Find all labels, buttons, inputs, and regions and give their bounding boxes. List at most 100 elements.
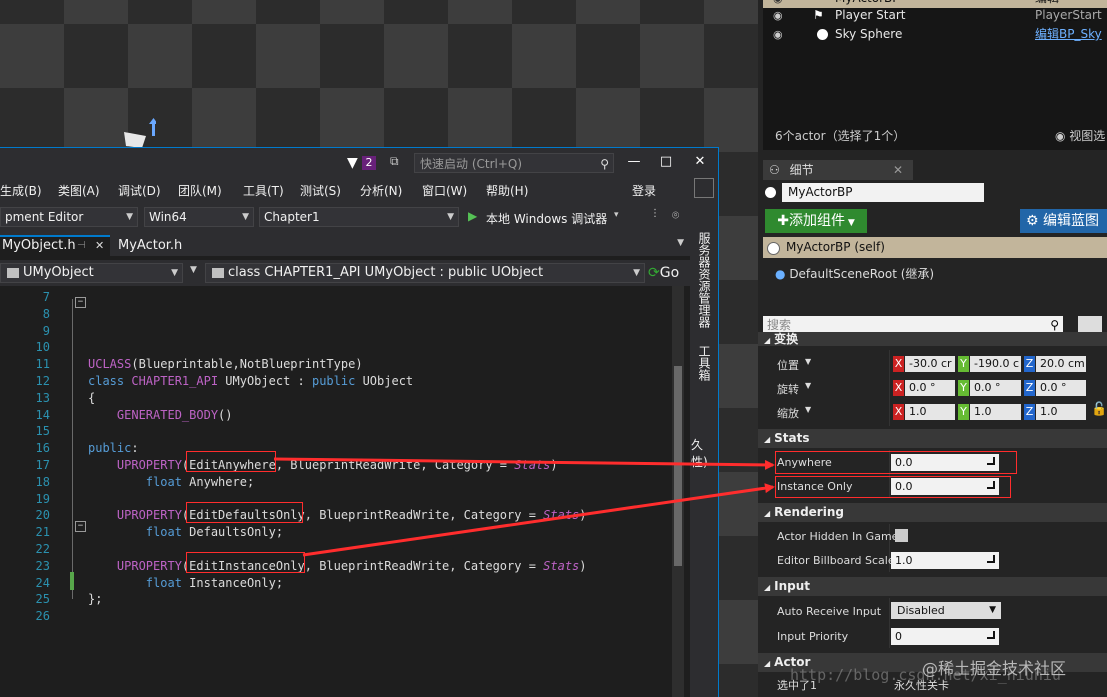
- scope-dropdown[interactable]: UMyObject ▼: [0, 263, 183, 283]
- code-editor[interactable]: − − 7 8 9 10 11 UCLASS(Blueprintable,NotBluep…: [0, 286, 690, 697]
- line-number: 21: [35, 525, 50, 540]
- code-line[interactable]: {: [88, 391, 95, 405]
- rotation-y[interactable]: Y 0.0 °: [958, 380, 1021, 396]
- play-icon[interactable]: ▶: [468, 209, 477, 223]
- chevron-down-icon[interactable]: ▼: [805, 405, 811, 414]
- member-dropdown[interactable]: class CHAPTER1_API UMyObject : public UO…: [205, 263, 645, 283]
- actor-name-input[interactable]: MyActorBP: [782, 183, 984, 202]
- code-line[interactable]: UPROPERTY(EditInstanceOnly, BlueprintRea…: [88, 559, 587, 573]
- close-icon[interactable]: ✕: [690, 152, 710, 172]
- feedback-flag-icon[interactable]: ▼: [347, 155, 358, 171]
- section-title: Input: [774, 579, 811, 593]
- run-dropdown-icon[interactable]: ▾: [614, 210, 619, 220]
- menu-help[interactable]: 帮助(H): [486, 182, 528, 199]
- section-stats[interactable]: ◢ Stats: [758, 429, 1107, 448]
- details-tab-label: 细节: [789, 163, 814, 177]
- scene-root-row[interactable]: ● DefaultSceneRoot (继承): [775, 265, 934, 282]
- close-tab-icon[interactable]: ✕: [893, 160, 903, 180]
- configuration-combo[interactable]: pment Editor ▼: [0, 207, 138, 227]
- section-rendering[interactable]: ◢ Rendering: [758, 503, 1107, 522]
- quick-launch-icon: ⧉: [390, 154, 399, 168]
- hidden-in-game-checkbox[interactable]: [895, 529, 908, 542]
- menu-class-diagram[interactable]: 类图(A): [58, 182, 100, 199]
- outliner-type-link[interactable]: 编辑BP_Sky: [1035, 25, 1102, 44]
- menu-debug[interactable]: 调试(D): [118, 182, 161, 199]
- input-priority-field[interactable]: 0: [891, 628, 999, 645]
- code-line[interactable]: GENERATED_BODY(): [88, 408, 233, 422]
- menu-analyze[interactable]: 分析(N): [360, 182, 402, 199]
- rotation-z[interactable]: Z 0.0 °: [1024, 380, 1086, 396]
- scrollbar-thumb[interactable]: [674, 366, 682, 566]
- pin-icon[interactable]: ⊣: [77, 237, 86, 255]
- menu-tools[interactable]: 工具(T): [243, 182, 284, 199]
- fold-toggle-icon[interactable]: −: [75, 521, 86, 532]
- location-x[interactable]: X -30.0 cr: [893, 356, 955, 372]
- location-z[interactable]: Z 20.0 cm: [1024, 356, 1086, 372]
- outliner-label: Player Start: [835, 8, 906, 22]
- code-line[interactable]: float Anywhere;: [88, 475, 254, 489]
- step-icon[interactable]: ⋮: [650, 208, 660, 219]
- visibility-eye-icon[interactable]: ◉: [773, 6, 787, 25]
- scope-split-icon[interactable]: ▼: [190, 265, 197, 275]
- menu-test[interactable]: 测试(S): [300, 182, 341, 199]
- server-explorer-tab[interactable]: 服务器资源管理器: [696, 232, 713, 328]
- code-line[interactable]: UCLASS(Blueprintable,NotBlueprintType): [88, 357, 363, 371]
- tab-myobject-h[interactable]: MyObject.h ⊣ ✕: [0, 235, 110, 256]
- outliner-row-skysphere[interactable]: ◉ Sky Sphere 编辑BP_Sky: [763, 25, 1107, 44]
- tab-overflow-icon[interactable]: ▼: [677, 238, 684, 248]
- line-number: 15: [35, 424, 50, 439]
- code-line[interactable]: float DefaultsOnly;: [88, 525, 283, 539]
- rotation-x[interactable]: X 0.0 °: [893, 380, 955, 396]
- details-tab[interactable]: ⚇ 细节 ✕: [763, 160, 913, 180]
- signin-link[interactable]: 登录: [632, 182, 656, 199]
- add-component-button[interactable]: ✚添加组件 ▼: [765, 209, 867, 233]
- menu-team[interactable]: 团队(M): [178, 182, 222, 199]
- lock-icon[interactable]: 🔓: [1091, 402, 1107, 417]
- notification-badge[interactable]: 2: [362, 156, 376, 170]
- menu-window[interactable]: 窗口(W): [422, 182, 467, 199]
- maximize-icon[interactable]: □: [656, 152, 676, 172]
- code-line[interactable]: class CHAPTER1_API UMyObject : public UO…: [88, 374, 413, 388]
- fold-toggle-icon[interactable]: −: [75, 297, 86, 308]
- outliner-row-playerstart[interactable]: ◉ ⚑ Player Start PlayerStart: [763, 6, 1107, 25]
- section-transform[interactable]: ◢ 变换: [758, 332, 1107, 346]
- chevron-down-icon[interactable]: ▼: [805, 357, 811, 366]
- visibility-eye-icon[interactable]: ◉: [773, 25, 787, 44]
- resize-grip-icon: [987, 555, 995, 563]
- close-tab-icon[interactable]: ✕: [95, 237, 104, 255]
- view-options-button[interactable]: ◉ 视图选: [1055, 127, 1105, 144]
- code-line[interactable]: public:: [88, 441, 139, 455]
- edit-blueprint-button[interactable]: ⚙ 编辑蓝图: [1020, 209, 1107, 233]
- tab-myactor-h[interactable]: MyActor.h: [118, 238, 182, 253]
- menu-build[interactable]: 生成(B): [0, 182, 42, 199]
- code-line[interactable]: };: [88, 592, 102, 606]
- billboard-scale-field[interactable]: 1.0: [891, 552, 999, 569]
- code-line[interactable]: UPROPERTY(EditDefaultsOnly, BlueprintRea…: [88, 508, 587, 522]
- scale-z[interactable]: Z 1.0: [1024, 404, 1086, 420]
- startup-project-combo[interactable]: Chapter1 ▼: [259, 207, 459, 227]
- line-number: 25: [35, 592, 50, 607]
- toolbox-tab[interactable]: 工具箱: [696, 345, 713, 381]
- editor-scrollbar[interactable]: [672, 286, 684, 697]
- code-line[interactable]: float InstanceOnly;: [88, 576, 283, 590]
- highlight-editinstanceonly: [186, 552, 305, 573]
- run-debugger-button[interactable]: 本地 Windows 调试器: [486, 210, 607, 227]
- location-y[interactable]: Y -190.0 c: [958, 356, 1021, 372]
- chevron-down-icon[interactable]: ▼: [805, 381, 811, 390]
- code-line[interactable]: UPROPERTY(EditAnywhere, BlueprintReadWri…: [88, 458, 558, 472]
- auto-receive-select[interactable]: Disabled ▼: [891, 602, 1001, 619]
- add-component-label: 添加组件: [788, 213, 845, 229]
- camera-icon[interactable]: ⌾: [672, 208, 679, 223]
- component-self-row[interactable]: MyActorBP (self): [763, 237, 1107, 258]
- section-input[interactable]: ◢ Input: [758, 577, 1107, 596]
- scale-x[interactable]: X 1.0: [893, 404, 955, 420]
- minimize-icon[interactable]: —: [624, 152, 644, 172]
- scale-y[interactable]: Y 1.0: [958, 404, 1021, 420]
- platform-combo[interactable]: Win64 ▼: [144, 207, 254, 227]
- line-number: 26: [35, 609, 50, 624]
- axis-z: Z: [1024, 356, 1035, 372]
- quick-launch-input[interactable]: 快速启动 (Ctrl+Q) ⚲: [414, 153, 614, 173]
- user-icon[interactable]: [694, 178, 714, 198]
- tab-label: MyObject.h: [2, 238, 76, 253]
- go-button[interactable]: ⟳Go: [648, 265, 679, 281]
